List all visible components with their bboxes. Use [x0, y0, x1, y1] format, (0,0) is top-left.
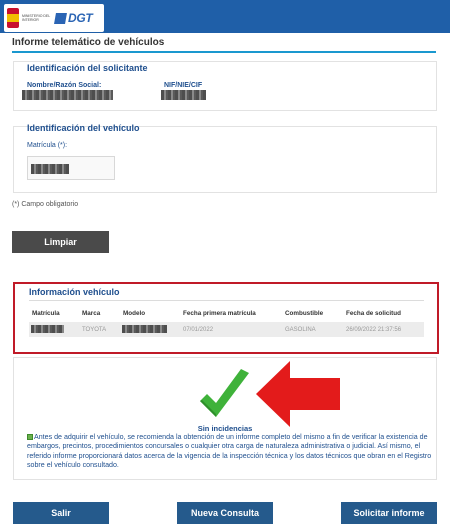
salir-button[interactable]: Salir	[13, 502, 109, 524]
col-header-marca: Marca	[82, 310, 101, 317]
dgt-logo-icon	[54, 12, 67, 24]
vehicle-info-box: Información vehículo Matrícula Marca Mod…	[13, 282, 439, 354]
col-header-matricula: Matrícula	[32, 310, 60, 317]
row-matricula-redacted	[31, 325, 64, 333]
row-modelo-redacted	[122, 325, 167, 333]
nif-label: NIF/NIE/CIF	[164, 82, 203, 89]
solicitante-title: Identificación del solicitante	[27, 63, 148, 73]
row-combustible: GASOLINA	[285, 327, 316, 333]
red-arrow-icon	[256, 361, 340, 427]
dgt-logo-text: DGT	[68, 11, 93, 25]
nif-value-redacted	[161, 90, 206, 100]
vehiculo-title: Identificación del vehículo	[27, 123, 140, 133]
page-title: Informe telemático de vehículos	[12, 37, 165, 48]
green-checkmark-icon	[200, 369, 249, 417]
col-header-fecha-solicitud: Fecha de solicitud	[346, 310, 401, 317]
vehicle-info-title: Información vehículo	[29, 287, 120, 297]
ministry-label: MINISTERIO DEL INTERIOR	[22, 14, 51, 22]
nueva-consulta-button[interactable]: Nueva Consulta	[177, 502, 273, 524]
limpiar-button[interactable]: Limpiar	[12, 231, 109, 253]
row-marca: TOYOTA	[82, 327, 107, 333]
matricula-label: Matrícula (*):	[27, 142, 68, 149]
row-fecha-primera: 07/01/2022	[183, 327, 214, 333]
title-divider	[12, 51, 436, 53]
matricula-value-redacted	[31, 164, 69, 174]
solicitar-informe-button[interactable]: Solicitar informe	[341, 502, 437, 524]
row-fecha-solicitud: 26/09/2022 21:37:56	[346, 327, 402, 333]
vehicle-info-divider	[29, 300, 424, 301]
spain-crest-logo	[7, 8, 19, 28]
top-header-bar: MINISTERIO DEL INTERIOR DGT	[0, 0, 450, 33]
dgt-logo: DGT	[54, 11, 93, 25]
col-header-combustible: Combustible	[285, 310, 324, 317]
logo-area[interactable]: MINISTERIO DEL INTERIOR DGT	[4, 4, 104, 32]
advice-text: Antes de adquirir el vehículo, se recomi…	[27, 433, 432, 470]
name-value-redacted	[22, 90, 113, 100]
col-header-fecha-primera: Fecha primera matrícula	[183, 310, 256, 317]
name-label: Nombre/Razón Social:	[27, 82, 102, 89]
required-note: (*) Campo obligatorio	[12, 201, 79, 208]
status-text: Sin incidencias	[197, 424, 253, 433]
col-header-modelo: Modelo	[123, 310, 146, 317]
